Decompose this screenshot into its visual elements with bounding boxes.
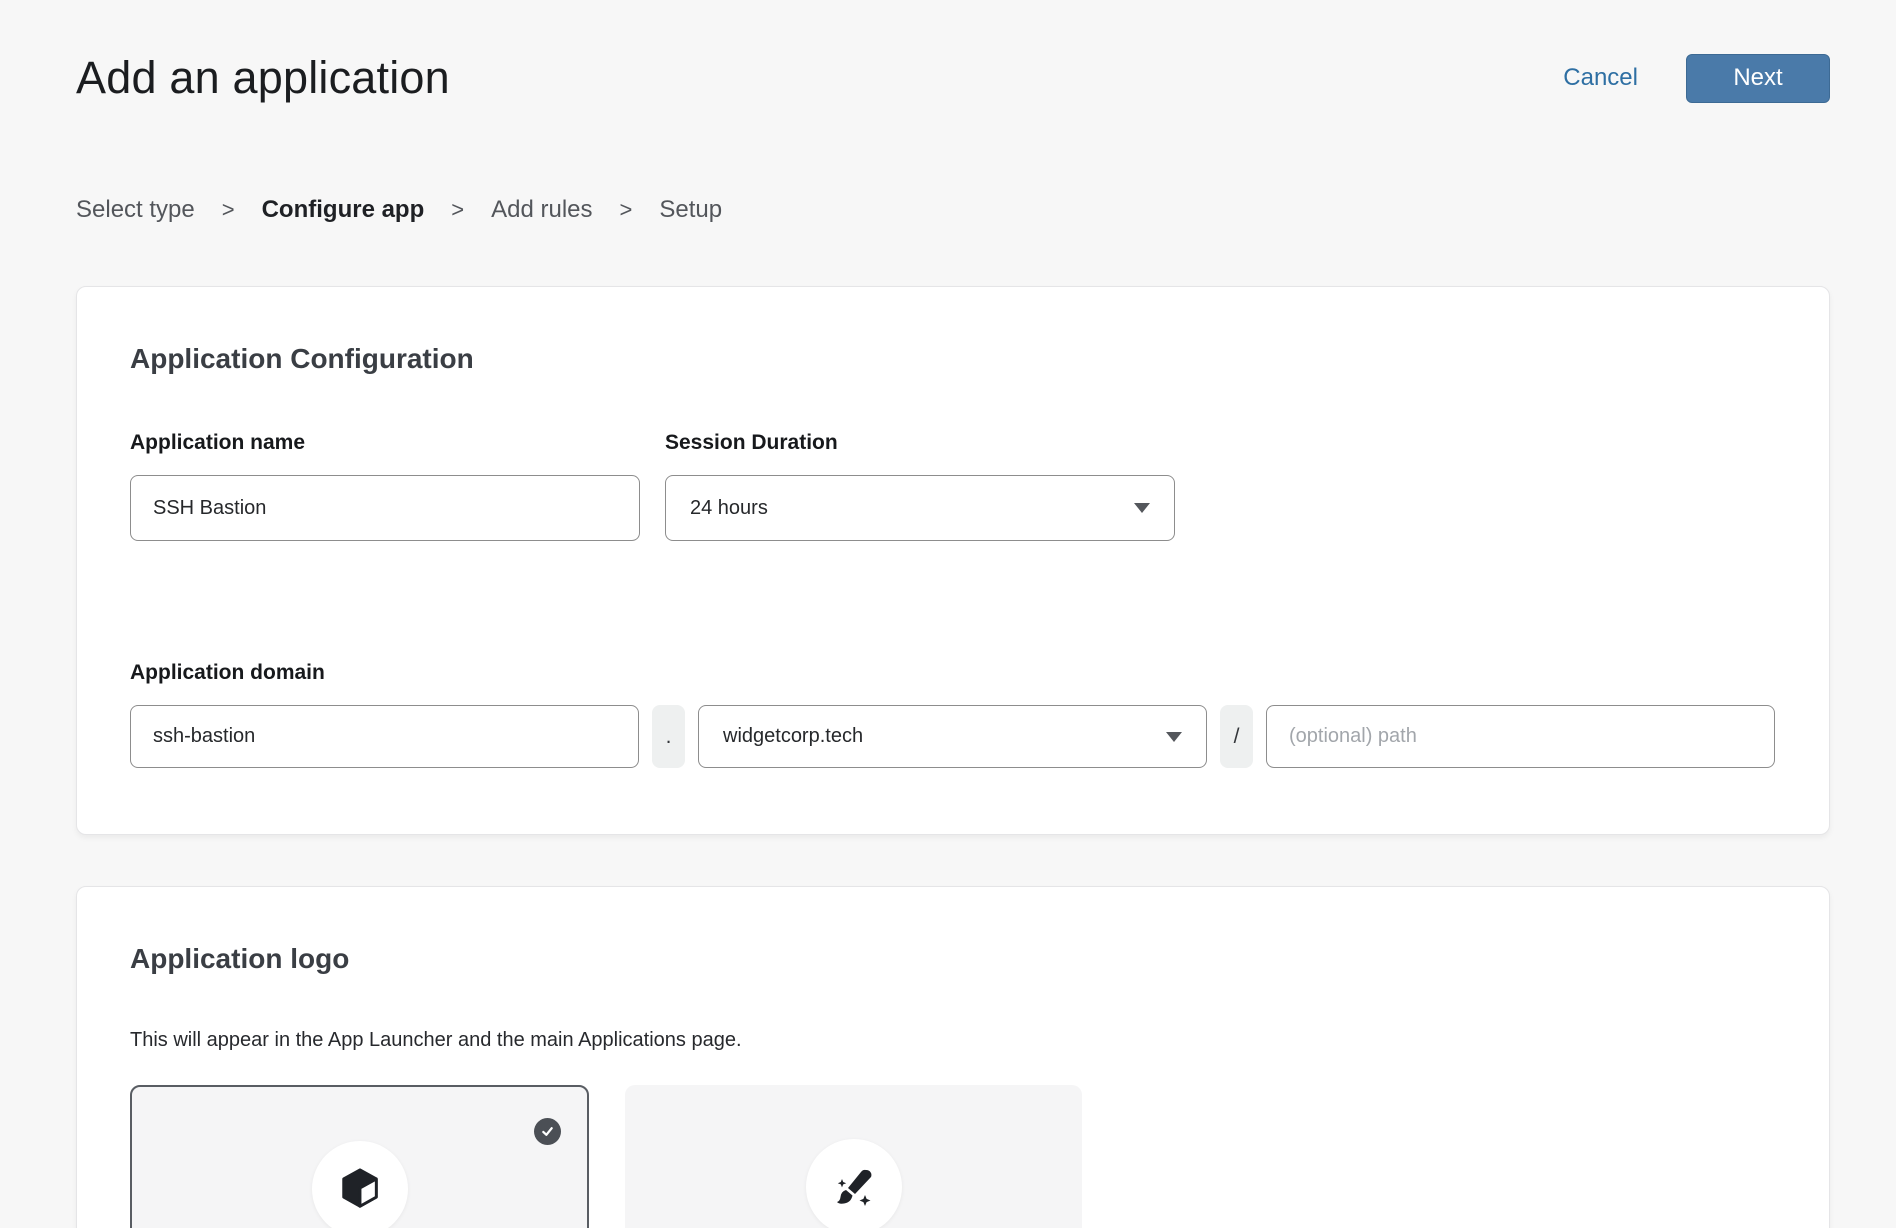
slash-separator: / xyxy=(1220,705,1253,768)
next-button[interactable]: Next xyxy=(1686,54,1830,103)
logo-option-custom[interactable] xyxy=(625,1085,1082,1228)
application-logo-card: Application logo This will appear in the… xyxy=(76,886,1830,1228)
step-separator-icon: > xyxy=(451,197,464,223)
chevron-down-icon xyxy=(1134,503,1150,513)
page-header: Add an application Cancel Next xyxy=(76,52,1830,104)
check-icon xyxy=(540,1124,555,1139)
domain-zone-select[interactable]: widgetcorp.tech xyxy=(698,705,1207,768)
application-configuration-card: Application Configuration Application na… xyxy=(76,286,1830,835)
session-duration-value: 24 hours xyxy=(690,497,768,520)
application-logo-description: This will appear in the App Launcher and… xyxy=(130,1029,1776,1052)
application-configuration-heading: Application Configuration xyxy=(130,343,1776,375)
application-domain-field-group: Application domain . widgetcorp.tech / xyxy=(130,661,1776,768)
add-application-page: Add an application Cancel Next Select ty… xyxy=(0,0,1896,1228)
session-duration-label: Session Duration xyxy=(665,431,1175,455)
selected-badge xyxy=(534,1118,561,1145)
session-duration-field-group: Session Duration 24 hours xyxy=(665,431,1175,541)
logo-preview-circle xyxy=(806,1139,902,1228)
logo-options xyxy=(130,1085,1776,1228)
chevron-down-icon xyxy=(1166,732,1182,742)
logo-preview-circle xyxy=(312,1141,408,1228)
page-title: Add an application xyxy=(76,52,450,104)
step-select-type[interactable]: Select type xyxy=(76,196,195,224)
step-configure-app[interactable]: Configure app xyxy=(262,196,425,224)
subdomain-input[interactable] xyxy=(130,705,639,768)
application-domain-label: Application domain xyxy=(130,661,1776,685)
step-add-rules[interactable]: Add rules xyxy=(491,196,592,224)
application-name-field-group: Application name xyxy=(130,431,640,541)
step-setup[interactable]: Setup xyxy=(659,196,722,224)
name-session-row: Application name Session Duration 24 hou… xyxy=(130,431,1776,541)
wizard-steps: Select type > Configure app > Add rules … xyxy=(76,196,1830,224)
session-duration-select[interactable]: 24 hours xyxy=(665,475,1175,541)
cube-icon xyxy=(337,1166,383,1212)
step-separator-icon: > xyxy=(222,197,235,223)
application-name-input[interactable] xyxy=(130,475,640,541)
header-actions: Cancel Next xyxy=(1563,54,1830,103)
logo-option-default[interactable] xyxy=(130,1085,589,1228)
domain-zone-value: widgetcorp.tech xyxy=(723,725,863,748)
path-input[interactable] xyxy=(1266,705,1775,768)
application-logo-heading: Application logo xyxy=(130,943,1776,975)
cancel-button[interactable]: Cancel xyxy=(1563,64,1638,92)
step-separator-icon: > xyxy=(620,197,633,223)
application-name-label: Application name xyxy=(130,431,640,455)
paintbrush-icon xyxy=(830,1163,878,1211)
dot-separator: . xyxy=(652,705,685,768)
application-domain-row: . widgetcorp.tech / xyxy=(130,685,1776,768)
